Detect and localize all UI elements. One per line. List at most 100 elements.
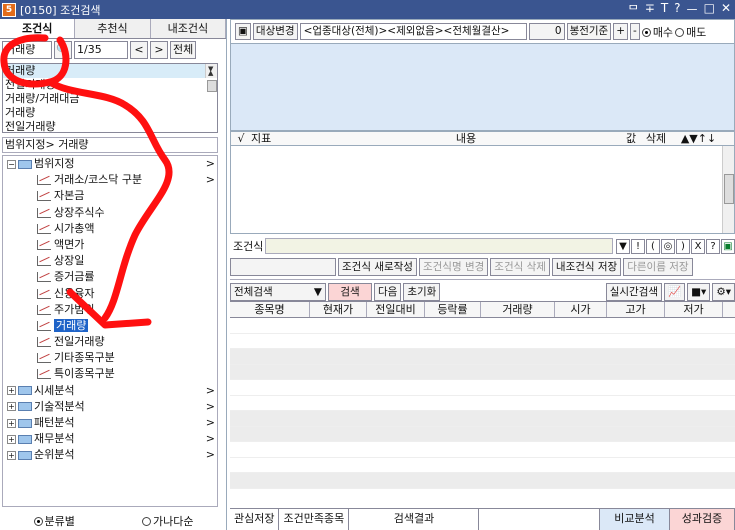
tree-leaf[interactable]: 거래소/코스닥 구분 > [3, 172, 217, 188]
chart-icon[interactable]: 📈 [664, 282, 686, 301]
list-item[interactable]: 거래량/거래대금 [3, 92, 217, 106]
expand-arrow-icon[interactable]: > [206, 447, 215, 463]
window-icon-button[interactable]: ᄆ [628, 1, 639, 18]
list-item[interactable]: 거래량 [3, 106, 217, 120]
column-header[interactable]: 등락률 [425, 302, 481, 317]
tree-leaf[interactable]: 주가범위 [3, 302, 217, 318]
table-row[interactable] [230, 334, 735, 349]
tab-conditions[interactable]: 조건식 [0, 19, 76, 38]
tab-recommended[interactable]: 추천식 [75, 19, 151, 38]
close-paren-button[interactable]: ) [676, 238, 690, 254]
next-page-button[interactable]: > [150, 41, 168, 59]
tree-leaf[interactable]: 시가총액 [3, 221, 217, 237]
realtime-search-button[interactable]: 실시간검색 [605, 282, 663, 301]
pin-button[interactable]: ∓ [645, 1, 655, 18]
bong-count-input[interactable]: 0 [528, 23, 565, 40]
search-input[interactable]: 거래량 [2, 41, 52, 59]
delete-condition-button[interactable]: 조건식 삭제 [490, 258, 550, 276]
expand-icon[interactable]: + [7, 402, 16, 412]
minus-button[interactable]: - [630, 23, 640, 40]
search-result-tab[interactable]: 검색결과 [349, 509, 480, 530]
expand-arrow-icon[interactable]: > [206, 415, 215, 431]
tree-node[interactable]: + 시세분석 > [3, 383, 217, 399]
save-as-button[interactable]: 다른이름 저장 [623, 258, 693, 276]
expand-arrow-icon[interactable]: > [206, 431, 215, 447]
tree-leaf[interactable]: 상장일 [3, 253, 217, 269]
help-icon[interactable]: ? [706, 238, 720, 254]
prev-page-button[interactable]: < [130, 41, 148, 59]
radio-by-category[interactable]: 분류별 [33, 513, 75, 529]
tree-leaf[interactable]: 증거금률 [3, 269, 217, 285]
expand-icon[interactable]: + [7, 418, 16, 428]
tree-node[interactable]: + 재무분석 > [3, 431, 217, 447]
search-icon[interactable]: 🔍 [54, 41, 72, 59]
column-header[interactable]: 고가 [607, 302, 665, 317]
tree-leaf[interactable]: 자본금 [3, 188, 217, 204]
satisfied-items-tab[interactable]: 조건만족종목 [279, 509, 350, 530]
tree-node[interactable]: + 패턴분석 > [3, 415, 217, 431]
tree-leaf[interactable]: 기타종목구분 [3, 350, 217, 366]
list-item[interactable]: 전일거래량 [3, 120, 217, 132]
column-header[interactable]: 시가 [555, 302, 607, 317]
search-button[interactable]: 검색 [328, 282, 372, 301]
expand-arrow-icon[interactable]: > [206, 399, 215, 415]
scroll-thumb[interactable] [724, 174, 734, 204]
settings-icon[interactable]: ⚙▾ [712, 282, 735, 301]
blank-field[interactable] [230, 258, 336, 276]
reset-button[interactable]: 초기화 [403, 282, 441, 301]
view-mode-icon[interactable]: ■▾ [687, 282, 711, 301]
excel-icon[interactable]: ▣ [721, 238, 735, 254]
interest-save-tab[interactable]: 관심저장 [230, 509, 280, 530]
expand-icon[interactable]: + [7, 434, 16, 444]
tree-leaf-selected[interactable]: 거래량 [3, 318, 217, 334]
radio-alphabetical[interactable]: 가나다순 [141, 513, 193, 529]
table-row[interactable] [230, 380, 735, 396]
expand-icon[interactable]: + [7, 386, 16, 396]
tree-leaf[interactable]: 전일거래량 [3, 334, 217, 350]
tree-node[interactable]: + 기술적분석 > [3, 399, 217, 415]
buy-radio[interactable]: 매수 [641, 24, 673, 40]
compare-analysis-button[interactable]: 비교분석 [600, 509, 670, 530]
expand-arrow-icon[interactable]: > [206, 156, 215, 172]
close-button[interactable]: ✕ [721, 1, 731, 18]
table-row[interactable] [230, 458, 735, 473]
column-header[interactable]: 전일대비 [367, 302, 425, 317]
next-button[interactable]: 다음 [374, 282, 402, 301]
tree-leaf[interactable]: 신용융자 [3, 286, 217, 302]
open-paren-button[interactable]: ( [646, 238, 660, 254]
table-row[interactable] [230, 411, 735, 427]
expand-arrow-icon[interactable]: > [206, 383, 215, 399]
table-row[interactable] [230, 318, 735, 334]
minimize-button[interactable]: ㅡ [687, 1, 698, 18]
scroll-thumb[interactable] [207, 80, 217, 92]
table-row[interactable] [230, 396, 735, 411]
table-row[interactable] [230, 473, 735, 489]
plus-button[interactable]: + [613, 23, 629, 40]
all-button[interactable]: 전체 [170, 41, 197, 59]
sell-radio[interactable]: 매도 [675, 24, 706, 40]
tree-leaf[interactable]: 상장주식수 [3, 205, 217, 221]
expand-arrow-icon[interactable]: > [206, 172, 215, 188]
table-row[interactable] [230, 426, 735, 442]
or-button[interactable]: ◎ [661, 238, 675, 254]
save-my-condition-button[interactable]: 내조건식 저장 [551, 258, 622, 276]
table-row[interactable] [230, 364, 735, 380]
font-button[interactable]: T [661, 1, 668, 18]
not-button[interactable]: ! [631, 238, 645, 254]
tree-node[interactable]: + 순위분석 > [3, 447, 217, 463]
table-row[interactable] [230, 442, 735, 458]
new-condition-button[interactable]: 조건식 새로작성 [338, 258, 417, 276]
list-item[interactable]: 전일거래량 [3, 78, 217, 92]
expand-icon[interactable]: + [7, 450, 16, 460]
performance-test-button[interactable]: 성과검증 [670, 509, 735, 530]
target-change-button[interactable]: 대상변경 [252, 23, 298, 40]
tree-leaf[interactable]: 액면가 [3, 237, 217, 253]
grid-scrollbar[interactable] [722, 146, 734, 233]
search-scope-select[interactable]: 전체검색 ▼ [230, 282, 326, 301]
tab-my-conditions[interactable]: 내조건식 [150, 19, 226, 38]
column-header[interactable]: 거래량 [481, 302, 555, 317]
rename-condition-button[interactable]: 조건식명 변경 [418, 258, 489, 276]
help-button[interactable]: ? [674, 1, 680, 18]
condition-expression-input[interactable] [265, 238, 613, 254]
clear-button[interactable]: X [691, 238, 705, 254]
